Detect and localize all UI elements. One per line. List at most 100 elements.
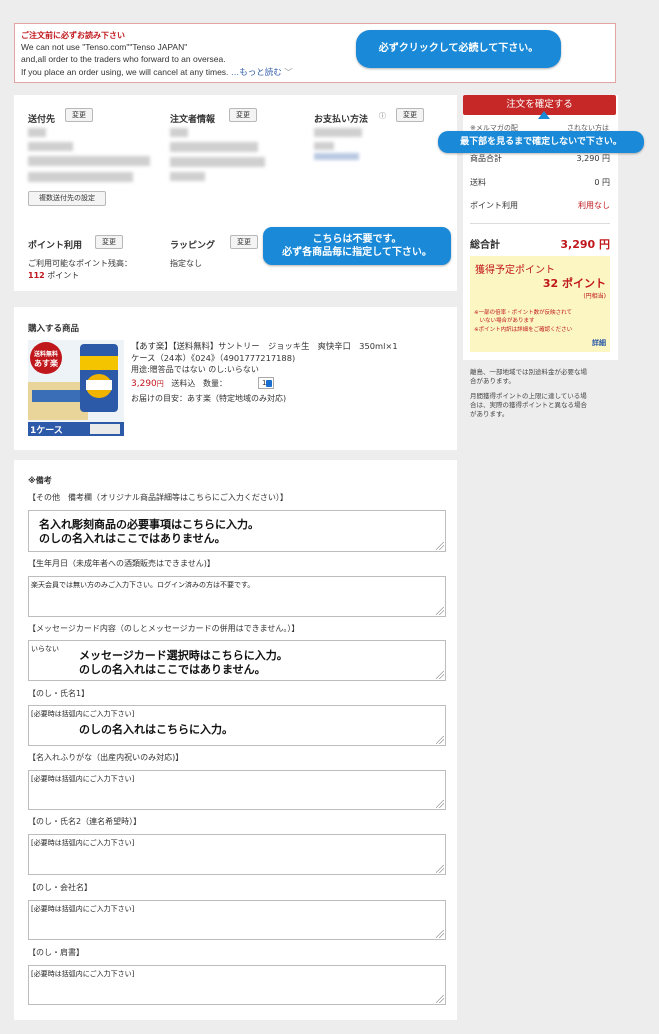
blurred-text [28,156,150,166]
earned-points-box: 獲得予定ポイント 32 ポイント (円相当) ※一部の倍率・ポイント数が反映され… [470,256,610,352]
blurred-text [314,128,362,137]
birthdate-textarea[interactable]: 楽天会員では無い方のみご入力下さい。ログイン済みの方は不要です。 [28,576,446,617]
note-field-label: 【のし・肩書】 [28,948,84,957]
message-card-textarea[interactable]: いらない メッセージカード選択時はこちらに入力。 のしの名入れはここではありませ… [28,640,446,681]
noshi-title-value: [必要時は括弧内にご入力下さい] [31,970,135,978]
wrapping-value: 指定なし [170,259,202,268]
points-unit: ポイント [47,271,80,280]
info-icon[interactable]: ⓘ [379,111,386,121]
furigana-value: [必要時は括弧内にご入力下さい] [31,775,135,783]
remarks-overlay-line: のしの名入れはここではありません。 [39,532,226,545]
earned-points-note: ※一部の倍率・ポイント数が反映されて [474,310,572,316]
select-arrow-icon[interactable] [266,380,272,387]
change-wrapping-button[interactable]: 変更 [230,235,258,249]
message-card-overlay-line: メッセージカード選択時はこちらに入力。 [79,649,288,662]
island-note: 合があります。 [470,377,515,385]
multi-destination-button[interactable]: 複数送付先の設定 [28,191,106,206]
do-not-confirm-callout: 最下部を見るまで確定しないで下さい。 [438,131,644,153]
delivery-estimate: お届けの目安：あす楽（特定地域のみ対応) [131,394,287,403]
callout-pointer [538,111,550,119]
price-unit: 円 [156,380,164,388]
noshi-title-textarea[interactable]: [必要時は括弧内にご入力下さい] [28,965,446,1005]
notice-line: If you place an order using, we will can… [21,66,293,78]
points-label: ポイント利用 [28,241,83,251]
wrapping-label: ラッピング [170,241,216,251]
resize-grip-icon[interactable] [436,671,444,679]
orderer-label: 注文者情報 [170,115,216,125]
product-price: 3,290 [131,379,157,389]
noshi-name1-textarea[interactable]: [必要時は括弧内にご入力下さい] のしの名入れはこちらに入力。 [28,705,446,746]
earned-points-sub: (円相当) [583,293,606,300]
wrapping-callout-line: 必ず各商品毎に指定して下さい。 [282,247,432,258]
change-points-button[interactable]: 変更 [95,235,123,249]
points-available-text: ご利用可能なポイント残高： [28,259,132,268]
read-more-link[interactable]: …もっと読む [231,67,282,77]
resize-grip-icon[interactable] [436,542,444,550]
points-detail-link[interactable]: 詳細 [592,338,606,348]
birthdate-value: 楽天会員では無い方のみご入力下さい。ログイン済みの方は不要です。 [31,581,255,589]
points-use-value: 利用なし [578,201,610,210]
note-field-label: 【生年月日（未成年者への酒類販売はできません)】 [28,559,215,568]
points-use-label: ポイント利用 [470,201,518,210]
note-field-label: 【メッセージカード内容（のしとメッセージカードの併用はできません。）】 [28,624,300,633]
note-field-label: 【のし・会社名】 [28,883,92,892]
product-purpose: 用途:贈答品ではない のし:いらない [131,365,259,374]
noshi-name1-value: [必要時は括弧内にご入力下さい] [31,710,135,718]
remarks-overlay-line: 名入れ彫刻商品の必要事項はこちらに入力。 [39,518,259,531]
message-card-value: いらない [31,645,59,653]
earned-points-title: 獲得予定ポイント [475,265,555,276]
resize-grip-icon[interactable] [436,736,444,744]
subtotal-label: 商品合計 [470,154,502,163]
note-field-label: 【名入れふりがな（出産内祝いのみ対応)】 [28,753,184,762]
total-row: 総合計 3,290 円 [470,236,610,251]
noshi-name2-value: [必要時は括弧内にご入力下さい] [31,839,135,847]
change-orderer-button[interactable]: 変更 [229,108,257,122]
note-field-label: 【その他 備考欄（オリジナル商品詳細等はこちらにご入力ください）】 [28,493,288,502]
wrapping-callout: こちらは不要です。 必ず各商品毎に指定して下さい。 [263,227,451,265]
change-destination-button[interactable]: 変更 [65,108,93,122]
notice-line-text: If you place an order using, we will can… [21,67,229,77]
badge-next-day: あす楽 [34,359,58,368]
notice-title: ご注文前に必ずお読み下さい [21,31,125,40]
shipping-fee-row: 送料 0 円 [470,177,610,188]
noshi-company-textarea[interactable]: [必要時は括弧内にご入力下さい] [28,900,446,940]
noshi-company-value: [必要時は括弧内にご入力下さい] [31,905,135,913]
notice-line: and,all order to the traders who forward… [21,54,226,64]
notice-line: We can not use "Tenso.com""Tenso JAPAN" [21,42,188,52]
blurred-text [170,128,188,137]
resize-grip-icon[interactable] [436,607,444,615]
order-confirmation-page: ご注文前に必ずお読み下さい We can not use "Tenso.com"… [0,0,659,1034]
subtotal-value: 3,290 円 [576,154,610,163]
shipping-included: 送料込 [171,379,196,388]
product-price-row: 3,290円 送料込 数量： [131,378,227,389]
furigana-textarea[interactable]: [必要時は括弧内にご入力下さい] [28,770,446,810]
blurred-text [28,128,46,137]
read-notice-callout: 必ずクリックして必読して下さい。 [356,30,561,68]
noshi-name2-textarea[interactable]: [必要時は括弧内にご入力下さい] [28,834,446,875]
product-image[interactable]: 送料無料 あす楽 1ケース [28,340,124,436]
product-name-line[interactable]: 【あす楽】【送料無料】サントリー ジョッキ生 爽快辛口 350ml×1 [131,340,398,352]
noshi-name1-overlay: のしの名入れはこちらに入力。 [79,723,233,736]
resize-grip-icon[interactable] [436,865,444,873]
chevron-down-icon[interactable]: ﹀ [284,67,293,77]
blurred-text [28,142,73,151]
case-label: 1ケース [30,426,63,436]
remarks-textarea[interactable]: 名入れ彫刻商品の必要事項はこちらに入力。 のしの名入れはここではありません。 [28,510,446,552]
product-name-line[interactable]: ケース（24本）《024》（4901777217188) [131,352,295,364]
note-field-label: 【のし・氏名2（連名希望時）】 [28,817,142,826]
limit-note: があります。 [470,410,509,418]
wrapping-callout-line: こちらは不要です。 [312,234,402,245]
resize-grip-icon[interactable] [436,995,444,1003]
total-label: 総合計 [470,240,500,251]
blurred-link [314,153,359,160]
earned-points-note: ※ポイント内訳は詳細をご確認ください [474,327,573,333]
shipping-fee-value: 0 円 [594,178,610,187]
earned-points-note: いない場合があります [474,318,535,324]
resize-grip-icon[interactable] [436,930,444,938]
quantity-label: 数量： [203,379,228,388]
payment-label: お支払い方法 [314,115,369,125]
change-payment-button[interactable]: 変更 [396,108,424,122]
note-field-label: 【のし・氏名1】 [28,689,90,698]
resize-grip-icon[interactable] [436,800,444,808]
points-balance: 112 ポイント [28,270,79,281]
